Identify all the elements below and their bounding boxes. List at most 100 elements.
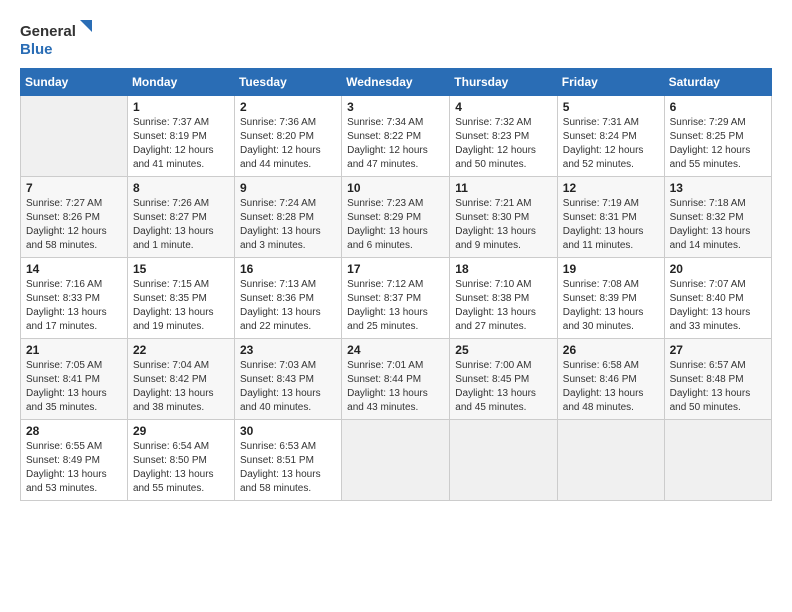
calendar-cell: 12 Sunrise: 7:19 AM Sunset: 8:31 PM Dayli…: [557, 177, 664, 258]
weekday-header-friday: Friday: [557, 69, 664, 96]
calendar-cell: 9 Sunrise: 7:24 AM Sunset: 8:28 PM Daylig…: [234, 177, 341, 258]
day-number: 3: [347, 100, 444, 114]
day-info: Sunrise: 7:10 AM Sunset: 8:38 PM Dayligh…: [455, 279, 536, 332]
day-number: 24: [347, 343, 444, 357]
day-info: Sunrise: 7:03 AM Sunset: 8:43 PM Dayligh…: [240, 360, 321, 413]
day-number: 25: [455, 343, 552, 357]
calendar-cell: 1 Sunrise: 7:37 AM Sunset: 8:19 PM Daylig…: [127, 96, 234, 177]
day-info: Sunrise: 7:12 AM Sunset: 8:37 PM Dayligh…: [347, 279, 428, 332]
calendar-cell: 8Sunrise: 7:26 AM Sunset: 8:27 PM Daylig…: [127, 177, 234, 258]
day-number: 18: [455, 262, 552, 276]
calendar-cell: 29 Sunrise: 6:54 AM Sunset: 8:50 PM Dayli…: [127, 420, 234, 501]
calendar-cell: [21, 96, 128, 177]
weekday-header-saturday: Saturday: [664, 69, 771, 96]
weekday-header-sunday: Sunday: [21, 69, 128, 96]
day-number: 2: [240, 100, 336, 114]
day-number: 7: [26, 181, 122, 195]
day-number: 11: [455, 181, 552, 195]
calendar-cell: 14 Sunrise: 7:16 AM Sunset: 8:33 PM Dayli…: [21, 258, 128, 339]
calendar-cell: 10 Sunrise: 7:23 AM Sunset: 8:29 PM Dayli…: [342, 177, 450, 258]
weekday-header-wednesday: Wednesday: [342, 69, 450, 96]
day-number: 4: [455, 100, 552, 114]
day-info: Sunrise: 7:18 AM Sunset: 8:32 PM Dayligh…: [670, 198, 751, 251]
day-number: 17: [347, 262, 444, 276]
day-info: Sunrise: 7:26 AM Sunset: 8:27 PM Dayligh…: [133, 198, 214, 251]
day-info: Sunrise: 6:53 AM Sunset: 8:51 PM Dayligh…: [240, 441, 321, 494]
calendar-cell: [557, 420, 664, 501]
calendar-cell: [450, 420, 558, 501]
day-number: 9: [240, 181, 336, 195]
day-number: 20: [670, 262, 766, 276]
day-info: Sunrise: 6:55 AM Sunset: 8:49 PM Dayligh…: [26, 441, 107, 494]
day-info: Sunrise: 7:36 AM Sunset: 8:20 PM Dayligh…: [240, 117, 321, 170]
calendar-cell: 27Sunrise: 6:57 AM Sunset: 8:48 PM Dayli…: [664, 339, 771, 420]
logo: GeneralBlue: [20, 18, 100, 58]
calendar-cell: 24 Sunrise: 7:01 AM Sunset: 8:44 PM Dayli…: [342, 339, 450, 420]
day-info: Sunrise: 7:01 AM Sunset: 8:44 PM Dayligh…: [347, 360, 428, 413]
day-info: Sunrise: 6:58 AM Sunset: 8:46 PM Dayligh…: [563, 360, 644, 413]
calendar-cell: 23Sunrise: 7:03 AM Sunset: 8:43 PM Dayli…: [234, 339, 341, 420]
day-info: Sunrise: 6:54 AM Sunset: 8:50 PM Dayligh…: [133, 441, 214, 494]
logo-svg: GeneralBlue: [20, 18, 100, 58]
calendar-table: SundayMondayTuesdayWednesdayThursdayFrid…: [20, 68, 772, 501]
day-number: 29: [133, 424, 229, 438]
calendar-cell: 13 Sunrise: 7:18 AM Sunset: 8:32 PM Dayli…: [664, 177, 771, 258]
day-info: Sunrise: 7:27 AM Sunset: 8:26 PM Dayligh…: [26, 198, 107, 251]
day-number: 15: [133, 262, 229, 276]
day-info: Sunrise: 7:24 AM Sunset: 8:28 PM Dayligh…: [240, 198, 321, 251]
week-row-4: 21 Sunrise: 7:05 AM Sunset: 8:41 PM Dayli…: [21, 339, 772, 420]
day-number: 12: [563, 181, 659, 195]
weekday-header-tuesday: Tuesday: [234, 69, 341, 96]
calendar-cell: 25 Sunrise: 7:00 AM Sunset: 8:45 PM Dayli…: [450, 339, 558, 420]
day-info: Sunrise: 7:07 AM Sunset: 8:40 PM Dayligh…: [670, 279, 751, 332]
calendar-cell: 3 Sunrise: 7:34 AM Sunset: 8:22 PM Daylig…: [342, 96, 450, 177]
day-info: Sunrise: 7:13 AM Sunset: 8:36 PM Dayligh…: [240, 279, 321, 332]
day-number: 14: [26, 262, 122, 276]
calendar-cell: 26 Sunrise: 6:58 AM Sunset: 8:46 PM Dayli…: [557, 339, 664, 420]
calendar-cell: 15Sunrise: 7:15 AM Sunset: 8:35 PM Dayli…: [127, 258, 234, 339]
calendar-cell: 4 Sunrise: 7:32 AM Sunset: 8:23 PM Daylig…: [450, 96, 558, 177]
day-info: Sunrise: 7:21 AM Sunset: 8:30 PM Dayligh…: [455, 198, 536, 251]
day-info: Sunrise: 7:29 AM Sunset: 8:25 PM Dayligh…: [670, 117, 751, 170]
calendar-cell: 20 Sunrise: 7:07 AM Sunset: 8:40 PM Dayli…: [664, 258, 771, 339]
day-number: 22: [133, 343, 229, 357]
day-info: Sunrise: 7:08 AM Sunset: 8:39 PM Dayligh…: [563, 279, 644, 332]
week-row-2: 7 Sunrise: 7:27 AM Sunset: 8:26 PM Daylig…: [21, 177, 772, 258]
day-info: Sunrise: 7:16 AM Sunset: 8:33 PM Dayligh…: [26, 279, 107, 332]
day-info: Sunrise: 7:34 AM Sunset: 8:22 PM Dayligh…: [347, 117, 428, 170]
day-info: Sunrise: 7:37 AM Sunset: 8:19 PM Dayligh…: [133, 117, 214, 170]
calendar-cell: [342, 420, 450, 501]
day-number: 10: [347, 181, 444, 195]
calendar-cell: 21 Sunrise: 7:05 AM Sunset: 8:41 PM Dayli…: [21, 339, 128, 420]
calendar-cell: 7 Sunrise: 7:27 AM Sunset: 8:26 PM Daylig…: [21, 177, 128, 258]
calendar-cell: [664, 420, 771, 501]
day-number: 21: [26, 343, 122, 357]
day-info: Sunrise: 7:19 AM Sunset: 8:31 PM Dayligh…: [563, 198, 644, 251]
weekday-header-thursday: Thursday: [450, 69, 558, 96]
calendar-cell: 19 Sunrise: 7:08 AM Sunset: 8:39 PM Dayli…: [557, 258, 664, 339]
day-number: 5: [563, 100, 659, 114]
day-number: 27: [670, 343, 766, 357]
page: GeneralBlue SundayMondayTuesdayWednesday…: [0, 0, 792, 511]
calendar-cell: 22Sunrise: 7:04 AM Sunset: 8:42 PM Dayli…: [127, 339, 234, 420]
day-info: Sunrise: 7:32 AM Sunset: 8:23 PM Dayligh…: [455, 117, 536, 170]
svg-text:General: General: [20, 23, 76, 40]
day-info: Sunrise: 7:00 AM Sunset: 8:45 PM Dayligh…: [455, 360, 536, 413]
week-row-1: 1 Sunrise: 7:37 AM Sunset: 8:19 PM Daylig…: [21, 96, 772, 177]
day-number: 1: [133, 100, 229, 114]
day-number: 19: [563, 262, 659, 276]
day-number: 30: [240, 424, 336, 438]
day-info: Sunrise: 7:31 AM Sunset: 8:24 PM Dayligh…: [563, 117, 644, 170]
day-number: 26: [563, 343, 659, 357]
day-info: Sunrise: 7:05 AM Sunset: 8:41 PM Dayligh…: [26, 360, 107, 413]
day-info: Sunrise: 7:23 AM Sunset: 8:29 PM Dayligh…: [347, 198, 428, 251]
calendar-cell: 17 Sunrise: 7:12 AM Sunset: 8:37 PM Dayli…: [342, 258, 450, 339]
weekday-header-monday: Monday: [127, 69, 234, 96]
svg-text:Blue: Blue: [20, 41, 53, 58]
calendar-cell: 2 Sunrise: 7:36 AM Sunset: 8:20 PM Daylig…: [234, 96, 341, 177]
weekday-header-row: SundayMondayTuesdayWednesdayThursdayFrid…: [21, 69, 772, 96]
calendar-cell: 11 Sunrise: 7:21 AM Sunset: 8:30 PM Dayli…: [450, 177, 558, 258]
day-number: 13: [670, 181, 766, 195]
calendar-cell: 5 Sunrise: 7:31 AM Sunset: 8:24 PM Daylig…: [557, 96, 664, 177]
calendar-cell: 30 Sunrise: 6:53 AM Sunset: 8:51 PM Dayli…: [234, 420, 341, 501]
